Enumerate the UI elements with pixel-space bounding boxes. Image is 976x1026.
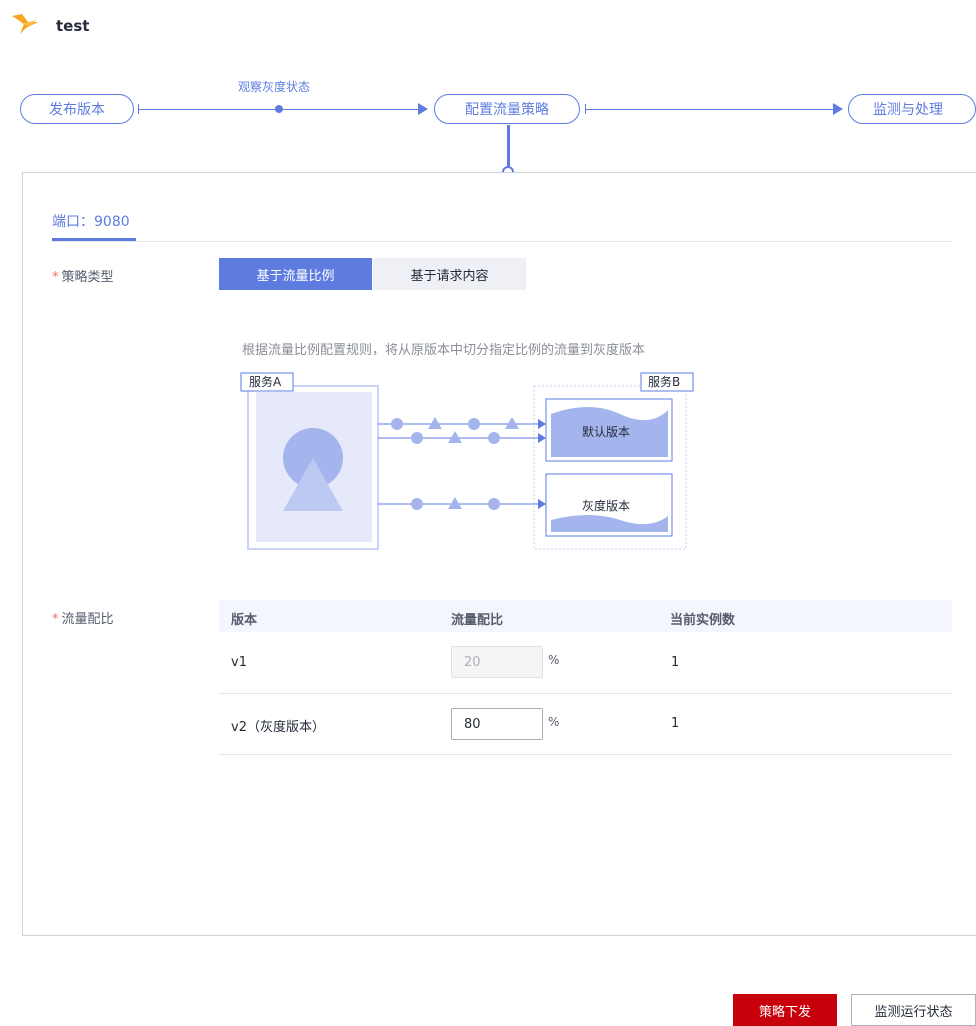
row-divider xyxy=(219,693,952,694)
flow-dot xyxy=(275,105,283,113)
packet-circle xyxy=(411,498,423,510)
required-star: * xyxy=(52,612,59,627)
flow-arrow-icon xyxy=(538,499,546,509)
packet-circle xyxy=(411,432,423,444)
service-b-label: 服务B xyxy=(648,374,680,389)
flow-arrow-icon xyxy=(538,433,546,443)
packet-circle xyxy=(391,418,403,430)
step-publish-version[interactable]: 发布版本 xyxy=(20,94,134,124)
row-version: v2（灰度版本） xyxy=(231,720,325,735)
monitor-status-button[interactable]: 监测运行状态 xyxy=(851,994,976,1026)
ratio-input-v1 xyxy=(451,646,543,678)
strategy-content-button[interactable]: 基于请求内容 xyxy=(373,258,526,290)
table-header: 版本 流量配比 当前实例数 xyxy=(219,600,952,632)
flow-arrow-icon xyxy=(538,419,546,429)
step-configure-strategy[interactable]: 配置流量策略 xyxy=(434,94,580,124)
traffic-diagram: 服务A 服务B 默认版本 灰度版本 xyxy=(240,372,694,550)
column-header-ratio: 流量配比 xyxy=(451,613,504,628)
flow-arrow-icon xyxy=(833,103,843,115)
row-instances: 1 xyxy=(671,716,680,731)
packet-triangle xyxy=(505,417,519,429)
packet-circle xyxy=(468,418,480,430)
app-title: test xyxy=(56,17,90,35)
required-star: * xyxy=(52,270,59,285)
step-connector xyxy=(507,125,510,167)
ratio-input-v2[interactable] xyxy=(451,708,543,740)
row-divider xyxy=(219,754,952,755)
tab-divider xyxy=(52,241,952,242)
flow-arrow-icon xyxy=(418,103,428,115)
ratio-unit: % xyxy=(548,653,560,667)
packet-circle xyxy=(488,432,500,444)
row-instances: 1 xyxy=(671,655,680,670)
submit-strategy-button[interactable]: 策略下发 xyxy=(733,994,837,1026)
default-version-label: 默认版本 xyxy=(582,424,630,439)
flow-note: 观察灰度状态 xyxy=(238,80,311,94)
strategy-type-label: * 策略类型 xyxy=(52,266,114,285)
service-a-label: 服务A xyxy=(249,374,282,389)
column-header-version: 版本 xyxy=(231,613,258,628)
row-version: v1 xyxy=(231,655,247,670)
packet-triangle xyxy=(448,497,462,509)
traffic-ratio-text: 流量配比 xyxy=(61,612,114,627)
traffic-ratio-label: * 流量配比 xyxy=(52,608,114,627)
packet-triangle xyxy=(428,417,442,429)
app-logo-icon xyxy=(12,14,38,34)
packet-circle xyxy=(488,498,500,510)
strategy-ratio-button[interactable]: 基于流量比例 xyxy=(219,258,372,290)
flow-connector xyxy=(585,109,833,110)
strategy-description: 根据流量比例配置规则，将从原版本中切分指定比例的流量到灰度版本 xyxy=(242,343,646,358)
step-monitor[interactable]: 监测与处理 xyxy=(848,94,976,124)
gray-version-label: 灰度版本 xyxy=(582,498,630,513)
strategy-type-text: 策略类型 xyxy=(61,270,114,285)
ratio-unit: % xyxy=(548,715,560,729)
packet-triangle xyxy=(448,431,462,443)
column-header-instances: 当前实例数 xyxy=(670,613,736,628)
tab-port[interactable]: 端口：9080 xyxy=(52,211,130,231)
